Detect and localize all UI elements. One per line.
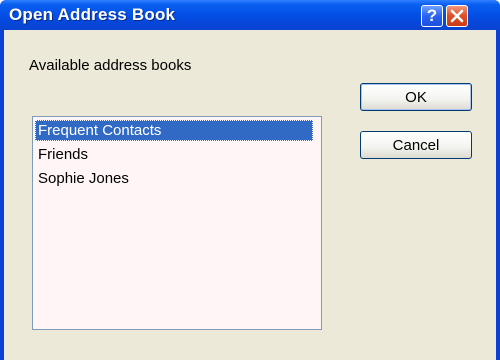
address-books-label: Available address books bbox=[29, 57, 192, 74]
cancel-button[interactable]: Cancel bbox=[360, 131, 472, 159]
title-bar[interactable]: Open Address Book ? bbox=[0, 0, 500, 30]
close-icon bbox=[450, 9, 464, 23]
list-item[interactable]: Sophie Jones bbox=[35, 168, 132, 189]
dialog-window: Open Address Book ? Available address bo… bbox=[0, 0, 500, 360]
list-item[interactable]: Frequent Contacts bbox=[35, 120, 313, 141]
list-item[interactable]: Friends bbox=[35, 144, 91, 165]
window-title: Open Address Book bbox=[9, 5, 176, 24]
close-button[interactable] bbox=[446, 5, 468, 27]
help-button[interactable]: ? bbox=[421, 5, 443, 27]
address-book-list[interactable]: Frequent Contacts Friends Sophie Jones bbox=[32, 116, 322, 330]
question-icon: ? bbox=[426, 6, 438, 25]
ok-button[interactable]: OK bbox=[360, 83, 472, 111]
